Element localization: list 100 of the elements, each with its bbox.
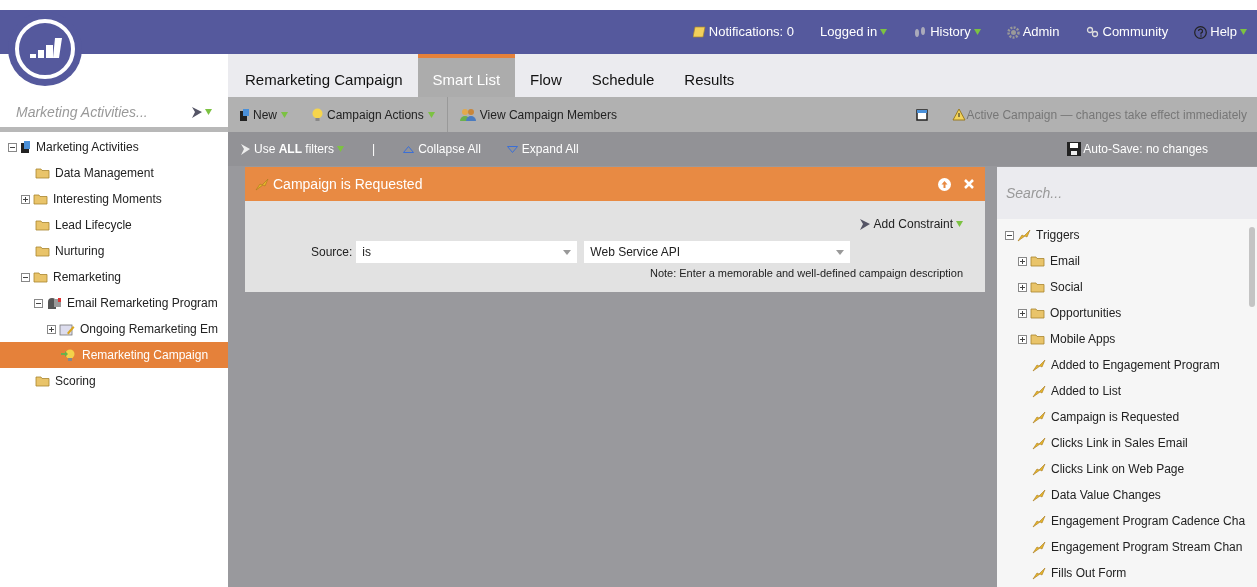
folder-icon — [33, 193, 48, 205]
people-icon — [1085, 25, 1100, 39]
tree-item[interactable]: Engagement Program Cadence Cha — [997, 508, 1249, 534]
trigger-icon — [1032, 462, 1046, 476]
expand-icon[interactable] — [1018, 334, 1027, 344]
expand-icon[interactable] — [1018, 308, 1027, 318]
trigger-icon — [1032, 384, 1046, 398]
tree-item[interactable]: Ongoing Remarketing Em — [0, 316, 228, 342]
expand-icon[interactable] — [21, 194, 30, 204]
caret-icon — [956, 221, 963, 227]
tree-item[interactable]: Remarketing — [0, 264, 228, 290]
window-icon[interactable] — [916, 108, 929, 121]
notice-text: Active Campaign — changes take effect immediately — [966, 106, 1248, 124]
caret-icon — [337, 146, 345, 152]
expand-icon[interactable] — [1018, 282, 1027, 292]
tree-item[interactable]: Opportunities — [997, 300, 1249, 326]
tab[interactable]: Remarketing Campaign — [230, 54, 418, 97]
folder-icon — [35, 219, 50, 231]
tree-item[interactable]: Interesting Moments — [0, 186, 228, 212]
tree-item[interactable]: Added to List — [997, 378, 1249, 404]
tree-item[interactable]: Scoring — [0, 368, 228, 394]
document-icon — [20, 140, 31, 154]
collapse-icon[interactable] — [1005, 230, 1014, 240]
tree-item[interactable]: Email Remarketing Program — [0, 290, 228, 316]
header-link[interactable]: Logged in — [820, 22, 888, 42]
sidebar-search-field[interactable]: Marketing Activities... — [16, 101, 191, 123]
tree-item[interactable]: Campaign is Requested — [997, 404, 1249, 430]
value-select[interactable]: Web Service API — [584, 241, 851, 263]
tree-item[interactable]: Data Management — [0, 160, 228, 186]
notepad-icon — [59, 322, 75, 336]
trigger-icon — [1032, 540, 1046, 554]
scrollbar[interactable] — [1249, 227, 1255, 307]
filter-icon — [240, 142, 251, 156]
tree-item[interactable]: Data Value Changes — [997, 482, 1249, 508]
tab[interactable]: Results — [669, 54, 750, 97]
folder-icon — [1030, 255, 1045, 267]
autosave-status: Auto-Save: no changes — [1067, 140, 1208, 158]
header-link[interactable]: Help — [1194, 22, 1247, 42]
tree-item[interactable]: Nurturing — [0, 238, 228, 264]
folder-icon — [35, 375, 50, 387]
folder-icon — [1030, 281, 1045, 293]
close-icon[interactable] — [963, 178, 975, 190]
folder-icon — [33, 271, 48, 283]
people-icon — [459, 107, 476, 122]
save-icon — [1067, 142, 1082, 156]
tab[interactable]: Flow — [515, 54, 577, 97]
filter-title: Campaign is Requested — [273, 174, 423, 194]
caret-icon — [205, 109, 212, 115]
toolbar-button[interactable]: Campaign Actions — [300, 97, 447, 132]
tree-item[interactable]: Email — [997, 248, 1249, 274]
trigger-icon — [1032, 436, 1046, 450]
tree-item[interactable]: Lead Lifecycle — [0, 212, 228, 238]
tree-item[interactable]: Marketing Activities — [0, 134, 228, 160]
tree-item[interactable]: Fills Out Form — [997, 560, 1249, 586]
expand-icon[interactable] — [1018, 256, 1027, 266]
collapse-icon[interactable] — [21, 272, 30, 282]
tree-item[interactable]: Mobile Apps — [997, 326, 1249, 352]
header-link[interactable]: Notifications: 0 — [692, 22, 795, 42]
move-up-icon[interactable] — [938, 177, 951, 191]
trigger-search-field[interactable]: Search... — [997, 167, 1257, 219]
tab[interactable]: Schedule — [576, 54, 670, 97]
expand-icon[interactable] — [47, 324, 56, 334]
tree-item[interactable]: Clicks Link in Sales Email — [997, 430, 1249, 456]
add-constraint-button[interactable]: Add Constraint — [858, 215, 963, 233]
trigger-icon — [1032, 566, 1046, 580]
trigger-icon — [255, 177, 269, 191]
footprints-icon — [913, 26, 928, 38]
folder-icon — [1030, 307, 1045, 319]
collapse-icon[interactable] — [34, 298, 43, 308]
trigger-icon — [1032, 514, 1046, 528]
tree-item[interactable]: Engagement Program Stream Chan — [997, 534, 1249, 560]
header-link[interactable]: History — [913, 22, 981, 42]
toolbar-button[interactable]: New — [228, 97, 300, 132]
document-icon — [240, 108, 249, 121]
separator-text: | — [372, 141, 376, 158]
field-label: Source: — [311, 244, 353, 261]
operator-select[interactable]: is — [356, 241, 578, 263]
gear-icon — [1006, 25, 1020, 39]
trigger-icon — [1017, 228, 1031, 242]
tree-item[interactable]: Social — [997, 274, 1249, 300]
collapse-icon — [403, 145, 415, 153]
note-icon — [692, 26, 706, 38]
header-link[interactable]: Admin — [1006, 22, 1060, 42]
warning-icon — [952, 108, 967, 121]
trigger-icon — [1032, 410, 1046, 424]
folder-icon — [1030, 333, 1045, 345]
tree-item[interactable]: Added to Engagement Program — [997, 352, 1249, 378]
tree-item[interactable]: Triggers — [997, 222, 1249, 248]
dropdown-icon — [563, 249, 572, 255]
header-link[interactable]: Community — [1085, 22, 1169, 42]
dropdown-icon — [836, 249, 845, 255]
help-icon — [1194, 25, 1208, 39]
folder-icon — [35, 245, 50, 257]
filter-icon — [858, 217, 871, 231]
lightbulb-icon — [312, 107, 323, 122]
collapse-icon[interactable] — [8, 142, 17, 152]
trigger-icon — [1032, 488, 1046, 502]
tree-item[interactable]: Clicks Link on Web Page — [997, 456, 1249, 482]
filter-icon[interactable] — [191, 105, 203, 119]
expand-icon — [506, 145, 518, 153]
